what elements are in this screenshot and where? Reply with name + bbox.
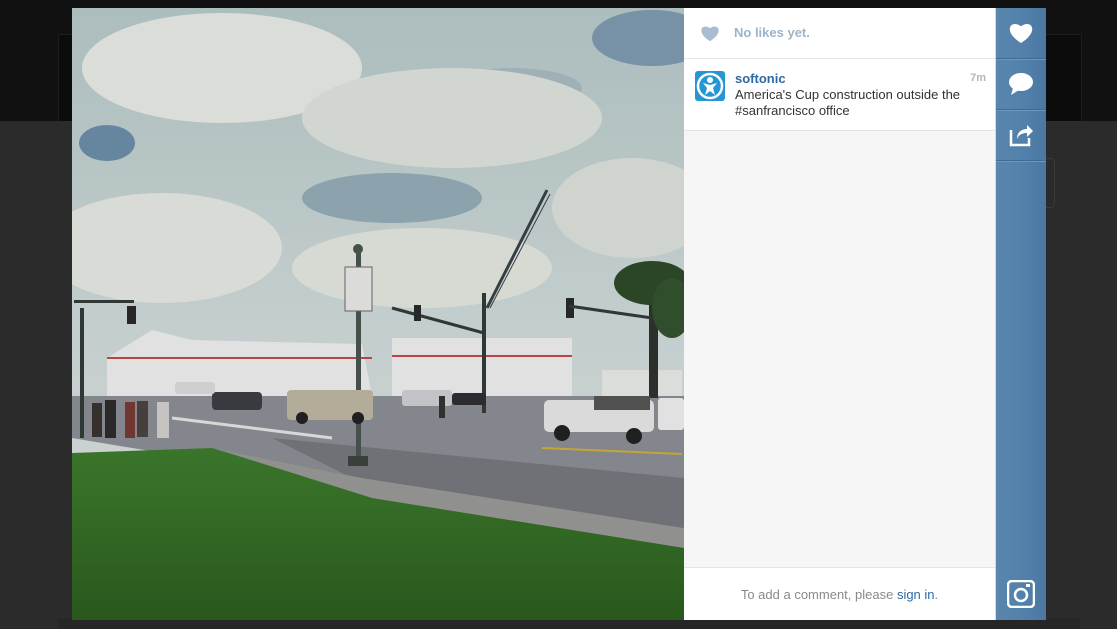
softonic-logo-icon (696, 72, 724, 100)
caption-block: softonic 7m America's Cup construction o… (684, 59, 995, 131)
like-button[interactable] (996, 8, 1046, 59)
likes-bar: No likes yet. (684, 8, 995, 59)
caption-line-1: America's Cup construction outside the (735, 87, 961, 102)
sign-in-link[interactable]: sign in (897, 587, 935, 602)
comment-prompt-text: To add a comment, please (740, 587, 897, 602)
share-button[interactable] (996, 110, 1046, 161)
comment-prompt: To add a comment, please sign in. (684, 587, 995, 602)
post-info-panel: No likes yet. softonic 7m America's Cup … (684, 8, 996, 620)
share-icon (1009, 125, 1033, 147)
post-photo (72, 8, 684, 620)
action-sidebar (996, 8, 1046, 620)
instagram-camera-icon[interactable] (1006, 579, 1036, 613)
comment-bar: To add a comment, please sign in. (684, 567, 995, 620)
comment-button[interactable] (996, 59, 1046, 110)
photo-lightbox: No likes yet. softonic 7m America's Cup … (72, 8, 1046, 620)
comment-prompt-suffix: . (934, 587, 939, 602)
comment-bubble-icon (1009, 73, 1033, 95)
page-footer-background (58, 619, 1080, 629)
heart-icon (1009, 24, 1033, 43)
caption-line-2[interactable]: #sanfrancisco office (735, 103, 850, 118)
username-link[interactable]: softonic (735, 71, 786, 86)
caption-text: America's Cup construction outside the #… (735, 87, 987, 119)
likes-count-text: No likes yet. (734, 25, 810, 40)
avatar[interactable] (695, 71, 725, 101)
heart-icon[interactable] (700, 25, 720, 42)
post-time: 7m (970, 72, 986, 84)
